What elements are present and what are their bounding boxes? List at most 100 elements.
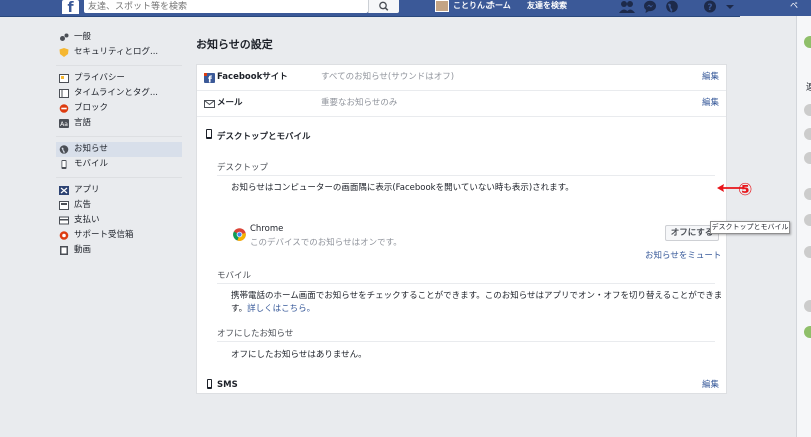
- desktop-heading: デスクトップ: [217, 163, 269, 173]
- right-edge-label: ペ: [790, 1, 798, 10]
- main-content: お知らせの設定 f Facebookサイト すべてのお知らせ(サウンドはオフ) …: [196, 28, 727, 437]
- search-icon: [379, 1, 389, 11]
- annotation-number: ⑤: [738, 180, 753, 200]
- gears-icon: [60, 33, 69, 41]
- sidebar-item-label: お知らせ: [74, 144, 108, 154]
- avatar[interactable]: [804, 36, 811, 48]
- sidebar-item-privacy[interactable]: プライバシー: [56, 71, 182, 86]
- avatar[interactable]: [804, 214, 811, 226]
- avatar[interactable]: [804, 246, 811, 258]
- mobile-description-tail: す。: [231, 304, 248, 314]
- sidebar-item-label: モバイル: [74, 159, 109, 169]
- search-box: [84, 0, 368, 13]
- avatar[interactable]: [804, 300, 811, 312]
- mobile-heading: モバイル: [217, 271, 252, 281]
- settings-sidebar: 一般 セキュリティとログ... プライバシー タイムラインとタグ... ブロック…: [56, 30, 182, 258]
- sidebar-item-notifications[interactable]: お知らせ: [56, 142, 182, 157]
- search-button[interactable]: [368, 0, 399, 13]
- sidebar-item-payments[interactable]: 支払い: [56, 213, 182, 228]
- sidebar-item-language[interactable]: Aa 言語: [56, 116, 182, 131]
- sidebar-item-label: ブロック: [74, 103, 109, 113]
- turned-off-heading: オフにしたお知らせ: [217, 329, 294, 339]
- facebook-site-row[interactable]: f Facebookサイト すべてのお知らせ(サウンドはオフ) 編集: [197, 65, 726, 91]
- home-link[interactable]: ホーム: [487, 0, 511, 12]
- chrome-icon: [233, 228, 246, 241]
- sidebar-item-label: セキュリティとログ...: [74, 47, 159, 57]
- search-input[interactable]: [88, 0, 358, 13]
- top-navigation-bar: f ことりんご ホーム 友達を検索 ? ペ: [0, 0, 811, 17]
- sidebar-item-security[interactable]: セキュリティとログ...: [56, 45, 182, 60]
- friend-requests-icon[interactable]: [618, 0, 636, 14]
- row-title: メール: [217, 98, 243, 108]
- timeline-icon: [59, 89, 69, 98]
- sidebar-item-label: サポート受信箱: [74, 230, 134, 240]
- sidebar-divider: [56, 65, 182, 66]
- mail-icon: [204, 100, 215, 108]
- desktop-description: お知らせはコンピューターの画面隅に表示(Facebookを開いていない時も表示)…: [231, 183, 574, 193]
- sidebar-item-video[interactable]: 動画: [56, 243, 182, 258]
- sidebar-item-label: 支払い: [74, 215, 100, 225]
- privacy-icon: [59, 74, 69, 83]
- learn-more-link[interactable]: 詳しくはこちら。: [247, 304, 315, 314]
- mute-notifications-link[interactable]: お知らせをミュート: [645, 249, 721, 261]
- mobile-icon: [206, 129, 212, 139]
- chat-header-label: 連: [806, 83, 811, 93]
- browser-status: このデバイスでのお知らせはオンです。: [250, 238, 402, 248]
- avatar: [435, 0, 449, 12]
- avatar[interactable]: [804, 188, 811, 200]
- svg-text:Aa: Aa: [60, 121, 68, 128]
- sidebar-group-other: アプリ 広告 支払い サポート受信箱 動画: [56, 183, 182, 258]
- sidebar-item-ads[interactable]: 広告: [56, 198, 182, 213]
- edit-link[interactable]: 編集: [702, 91, 719, 116]
- browser-name: Chrome: [250, 224, 284, 234]
- sidebar-item-timeline[interactable]: タイムラインとタグ...: [56, 86, 182, 101]
- avatar[interactable]: [804, 104, 811, 116]
- page-title: お知らせの設定: [196, 38, 273, 51]
- sms-row[interactable]: SMS 編集: [197, 375, 726, 395]
- sidebar-item-support[interactable]: サポート受信箱: [56, 228, 182, 243]
- sidebar-group-notifications: お知らせ モバイル: [56, 142, 182, 172]
- sidebar-item-mobile[interactable]: モバイル: [56, 157, 182, 172]
- find-friends-link[interactable]: 友達を検索: [527, 0, 567, 12]
- sidebar-item-general[interactable]: 一般: [56, 30, 182, 45]
- video-icon: [60, 246, 68, 255]
- notification-settings-panel: f Facebookサイト すべてのお知らせ(サウンドはオフ) 編集 メール 重…: [196, 64, 727, 394]
- row-title: Facebookサイト: [217, 72, 288, 82]
- block-icon: [59, 104, 69, 113]
- sidebar-item-apps[interactable]: アプリ: [56, 183, 182, 198]
- sidebar-group-general: 一般 セキュリティとログ...: [56, 30, 182, 60]
- facebook-logo[interactable]: f: [62, 0, 79, 16]
- sidebar-divider: [56, 177, 182, 178]
- sidebar-divider: [56, 136, 182, 137]
- ads-icon: [59, 201, 69, 210]
- mobile-description-continued: す。詳しくはこちら。: [231, 302, 315, 314]
- sidebar-item-block[interactable]: ブロック: [56, 101, 182, 116]
- avatar[interactable]: [804, 128, 811, 140]
- help-icon[interactable]: ?: [703, 0, 717, 14]
- mobile-icon: [61, 160, 67, 169]
- edit-link[interactable]: 編集: [702, 65, 719, 90]
- svg-text:?: ?: [707, 3, 712, 13]
- sidebar-item-label: 言語: [74, 118, 92, 128]
- chevron-down-icon[interactable]: [724, 0, 736, 14]
- tooltip: デスクトップとモバイル: [710, 221, 790, 234]
- shield-icon: [59, 48, 69, 57]
- language-icon: Aa: [59, 119, 69, 128]
- sidebar-item-label: 広告: [74, 200, 92, 210]
- divider: [217, 175, 715, 176]
- row-description: すべてのお知らせ(サウンドはオフ): [321, 72, 455, 82]
- divider: [217, 341, 715, 342]
- mobile-description: 携帯電話のホーム画面でお知らせをチェックすることができます。このお知らせはアプリ…: [231, 291, 723, 301]
- messenger-icon[interactable]: [643, 0, 657, 14]
- row-title: SMS: [217, 380, 238, 390]
- edit-link[interactable]: 編集: [702, 375, 719, 395]
- sidebar-item-label: 動画: [74, 245, 92, 255]
- turned-off-description: オフにしたお知らせはありません。: [231, 350, 367, 360]
- email-row[interactable]: メール 重要なお知らせのみ 編集: [197, 91, 726, 117]
- avatar[interactable]: [804, 326, 811, 338]
- apps-icon: [59, 186, 69, 195]
- support-icon: [59, 231, 69, 240]
- avatar[interactable]: [804, 152, 811, 164]
- divider: [217, 283, 715, 284]
- notifications-globe-icon[interactable]: [665, 0, 679, 14]
